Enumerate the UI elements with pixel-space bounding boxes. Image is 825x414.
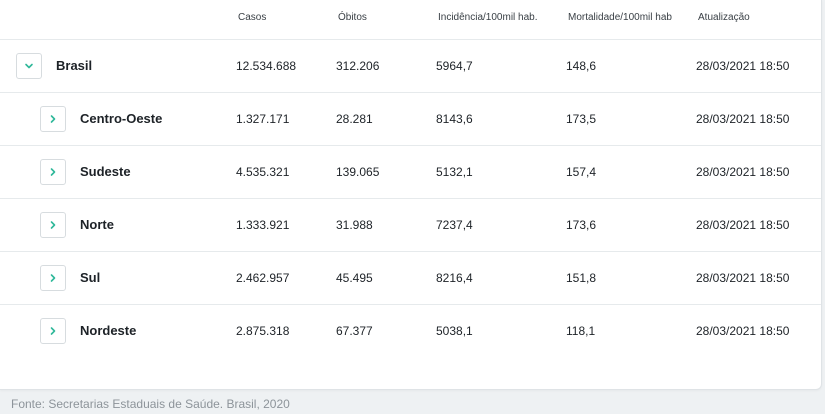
expand-toggle-centro-oeste[interactable] xyxy=(40,106,66,132)
expand-toggle-sul[interactable] xyxy=(40,265,66,291)
region-name: Brasil xyxy=(56,58,93,73)
cell-casos: 2.875.318 xyxy=(236,324,290,338)
chevron-right-icon xyxy=(50,221,56,229)
header-casos: Casos xyxy=(238,12,267,23)
chevron-right-icon xyxy=(50,115,56,123)
cell-mortalidade: 148,6 xyxy=(566,59,597,73)
cell-casos: 1.333.921 xyxy=(236,218,290,232)
cell-casos: 2.462.957 xyxy=(236,271,290,285)
cell-mortalidade: 173,5 xyxy=(566,112,597,126)
cell-obitos: 139.065 xyxy=(336,165,380,179)
chevron-right-icon xyxy=(50,327,56,335)
region-name: Norte xyxy=(80,217,114,232)
cell-mortalidade: 118,1 xyxy=(566,324,596,338)
table-header: Casos Óbitos Incidência/100mil hab. Mort… xyxy=(0,0,821,40)
region-name: Sul xyxy=(80,270,101,285)
table-row-brasil: Brasil 12.534.688 312.206 5964,7 148,6 2… xyxy=(0,40,821,93)
region-name: Centro-Oeste xyxy=(80,111,163,126)
cell-mortalidade: 157,4 xyxy=(566,165,597,179)
expand-toggle-norte[interactable] xyxy=(40,212,66,238)
table-row-norte: Norte 1.333.921 31.988 7237,4 173,6 28/0… xyxy=(0,199,821,252)
region-name: Nordeste xyxy=(80,323,137,338)
cell-atualizacao: 28/03/2021 18:50 xyxy=(696,218,790,232)
cell-obitos: 312.206 xyxy=(336,59,380,73)
covid-regions-card: Casos Óbitos Incidência/100mil hab. Mort… xyxy=(0,0,822,390)
table-row-centro-oeste: Centro-Oeste 1.327.171 28.281 8143,6 173… xyxy=(0,93,821,146)
cell-mortalidade: 151,8 xyxy=(566,271,597,285)
header-atualizacao: Atualização xyxy=(698,12,750,23)
cell-atualizacao: 28/03/2021 18:50 xyxy=(696,165,790,179)
header-incidencia: Incidência/100mil hab. xyxy=(438,12,538,23)
header-obitos: Óbitos xyxy=(338,12,367,23)
cell-incidencia: 5964,7 xyxy=(436,59,473,73)
cell-obitos: 28.281 xyxy=(336,112,373,126)
cell-atualizacao: 28/03/2021 18:50 xyxy=(696,271,790,285)
chevron-down-icon xyxy=(25,63,33,69)
cell-incidencia: 5038,1 xyxy=(436,324,473,338)
cell-casos: 12.534.688 xyxy=(236,59,297,73)
chevron-right-icon xyxy=(50,274,56,282)
cell-obitos: 31.988 xyxy=(336,218,373,232)
cell-atualizacao: 28/03/2021 18:50 xyxy=(696,324,790,338)
cell-obitos: 45.495 xyxy=(336,271,373,285)
table-row-sul: Sul 2.462.957 45.495 8216,4 151,8 28/03/… xyxy=(0,252,821,305)
cell-incidencia: 8216,4 xyxy=(436,271,473,285)
table-row-nordeste: Nordeste 2.875.318 67.377 5038,1 118,1 2… xyxy=(0,305,821,357)
cell-casos: 1.327.171 xyxy=(236,112,290,126)
expand-toggle-brasil[interactable] xyxy=(16,53,42,79)
header-mortalidade: Mortalidade/100mil hab xyxy=(568,12,672,23)
source-footnote: Fonte: Secretarias Estaduais de Saúde. B… xyxy=(11,397,290,411)
cell-incidencia: 7237,4 xyxy=(436,218,473,232)
cell-obitos: 67.377 xyxy=(336,324,373,338)
table-row-sudeste: Sudeste 4.535.321 139.065 5132,1 157,4 2… xyxy=(0,146,821,199)
expand-toggle-nordeste[interactable] xyxy=(40,318,66,344)
cell-mortalidade: 173,6 xyxy=(566,218,597,232)
cell-incidencia: 8143,6 xyxy=(436,112,473,126)
cell-casos: 4.535.321 xyxy=(236,165,290,179)
cell-atualizacao: 28/03/2021 18:50 xyxy=(696,59,790,73)
chevron-right-icon xyxy=(50,168,56,176)
cell-atualizacao: 28/03/2021 18:50 xyxy=(696,112,790,126)
cell-incidencia: 5132,1 xyxy=(436,165,473,179)
region-name: Sudeste xyxy=(80,164,131,179)
expand-toggle-sudeste[interactable] xyxy=(40,159,66,185)
